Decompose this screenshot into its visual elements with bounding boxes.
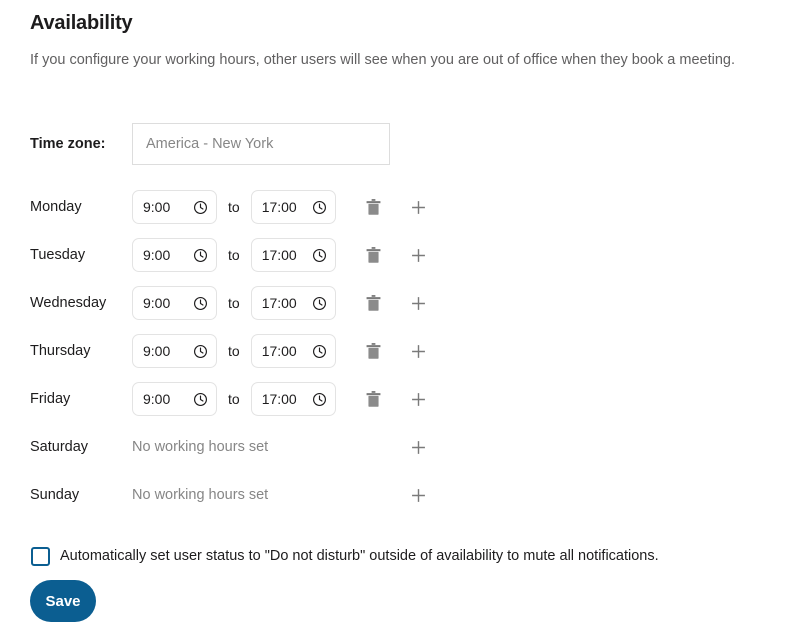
availability-settings-page: Availability If you configure your worki…	[0, 0, 802, 642]
start-time-field[interactable]: 9:00	[132, 238, 217, 272]
day-row: Tuesday 9:00 to 17:00	[30, 231, 450, 279]
delete-hours-button[interactable]	[360, 290, 386, 316]
plus-icon	[410, 343, 427, 360]
start-time-value: 9:00	[143, 343, 171, 359]
add-hours-button[interactable]	[405, 338, 431, 364]
page-title: Availability	[30, 12, 133, 34]
start-time-field[interactable]: 9:00	[132, 382, 217, 416]
add-hours-button[interactable]	[405, 194, 431, 220]
no-working-hours-text: No working hours set	[132, 438, 269, 455]
add-hours-button[interactable]	[405, 290, 431, 316]
day-name-label: Saturday	[30, 438, 89, 455]
to-label: to	[228, 199, 240, 215]
plus-icon	[410, 487, 427, 504]
trash-icon	[366, 390, 381, 408]
end-time-field[interactable]: 17:00	[250, 382, 336, 416]
end-time-value: 17:00	[261, 295, 297, 311]
start-time-field[interactable]: 9:00	[132, 334, 217, 368]
clock-icon	[312, 200, 327, 215]
day-name-label: Monday	[30, 198, 82, 215]
day-name-label: Wednesday	[30, 294, 107, 311]
clock-icon	[312, 344, 327, 359]
do-not-disturb-row: Automatically set user status to "Do not…	[31, 547, 659, 566]
day-row: Monday 9:00 to 17:00	[30, 183, 450, 231]
delete-hours-button[interactable]	[360, 242, 386, 268]
to-label: to	[228, 343, 240, 359]
start-time-value: 9:00	[143, 199, 171, 215]
save-button[interactable]: Save	[30, 580, 96, 622]
add-hours-button[interactable]	[405, 242, 431, 268]
day-name-label: Friday	[30, 390, 71, 407]
day-row: Wednesday 9:00 to 17:00	[30, 279, 450, 327]
start-time-field[interactable]: 9:00	[132, 190, 217, 224]
day-row: Friday 9:00 to 17:00	[30, 375, 450, 423]
end-time-field[interactable]: 17:00	[250, 334, 336, 368]
day-row: Saturday No working hours set	[30, 423, 450, 471]
clock-icon	[312, 248, 327, 263]
clock-icon	[193, 344, 208, 359]
trash-icon	[366, 246, 381, 264]
trash-icon	[366, 342, 381, 360]
add-hours-button[interactable]	[405, 386, 431, 412]
start-time-field[interactable]: 9:00	[132, 286, 217, 320]
plus-icon	[410, 391, 427, 408]
day-row: Sunday No working hours set	[30, 471, 450, 519]
clock-icon	[312, 392, 327, 407]
end-time-field[interactable]: 17:00	[250, 286, 336, 320]
day-name-label: Tuesday	[30, 246, 86, 263]
add-hours-button[interactable]	[405, 434, 431, 460]
end-time-value: 17:00	[261, 391, 297, 407]
do-not-disturb-label: Automatically set user status to "Do not…	[60, 548, 659, 565]
day-row: Thursday 9:00 to 17:00	[30, 327, 450, 375]
plus-icon	[410, 199, 427, 216]
start-time-value: 9:00	[143, 295, 171, 311]
timezone-input[interactable]	[132, 123, 390, 165]
weekday-list: Monday 9:00 to 17:00 Tuesday 9:00 to 17:00 Wedne…	[30, 183, 450, 519]
end-time-value: 17:00	[261, 199, 297, 215]
end-time-field[interactable]: 17:00	[250, 238, 336, 272]
to-label: to	[228, 295, 240, 311]
to-label: to	[228, 391, 240, 407]
timezone-label: Time zone:	[30, 136, 106, 152]
add-hours-button[interactable]	[405, 482, 431, 508]
plus-icon	[410, 295, 427, 312]
end-time-value: 17:00	[261, 343, 297, 359]
delete-hours-button[interactable]	[360, 338, 386, 364]
no-working-hours-text: No working hours set	[132, 486, 269, 503]
plus-icon	[410, 439, 427, 456]
timezone-row: Time zone:	[30, 122, 390, 166]
trash-icon	[366, 198, 381, 216]
page-description: If you configure your working hours, oth…	[30, 52, 735, 68]
end-time-value: 17:00	[261, 247, 297, 263]
start-time-value: 9:00	[143, 391, 171, 407]
delete-hours-button[interactable]	[360, 194, 386, 220]
clock-icon	[193, 200, 208, 215]
plus-icon	[410, 247, 427, 264]
day-name-label: Sunday	[30, 486, 80, 503]
clock-icon	[193, 296, 208, 311]
do-not-disturb-checkbox[interactable]	[31, 547, 50, 566]
clock-icon	[193, 392, 208, 407]
start-time-value: 9:00	[143, 247, 171, 263]
clock-icon	[312, 296, 327, 311]
end-time-field[interactable]: 17:00	[250, 190, 336, 224]
delete-hours-button[interactable]	[360, 386, 386, 412]
trash-icon	[366, 294, 381, 312]
to-label: to	[228, 247, 240, 263]
day-name-label: Thursday	[30, 342, 91, 359]
clock-icon	[193, 248, 208, 263]
